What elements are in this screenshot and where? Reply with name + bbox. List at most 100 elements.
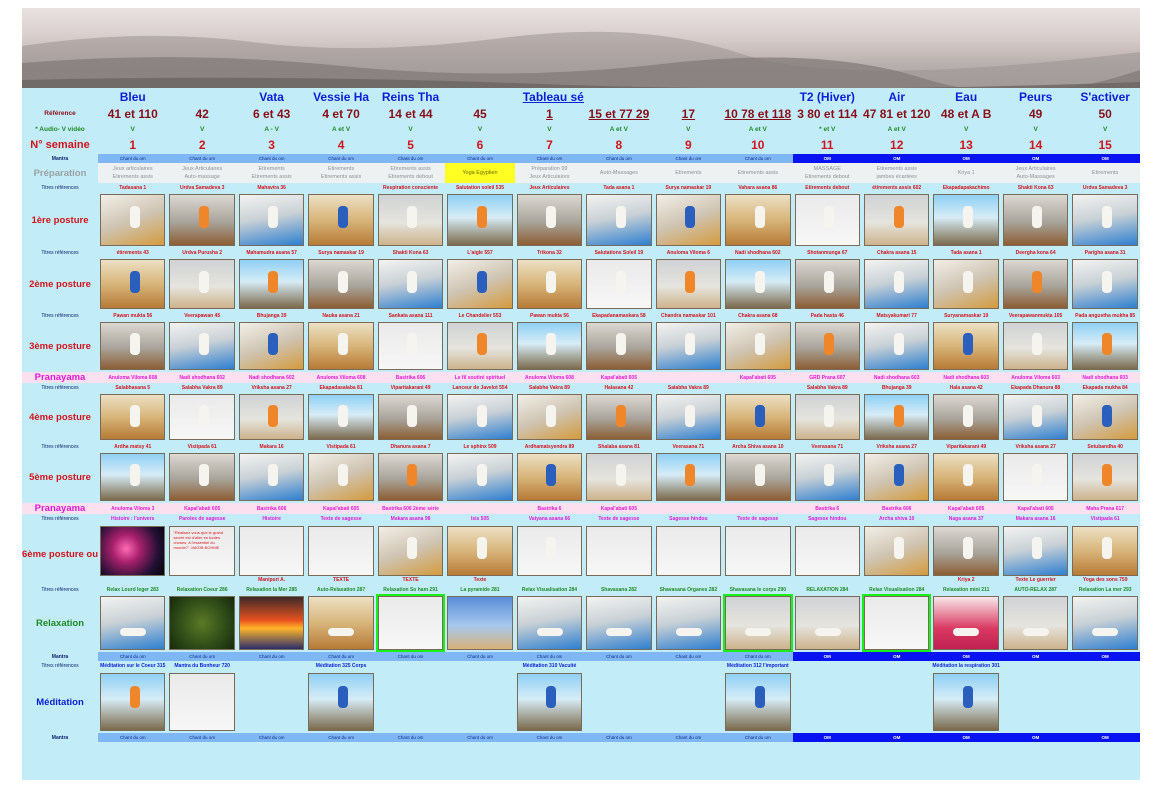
posture-photo[interactable]	[725, 194, 791, 246]
posture-title[interactable]: Ekapada mukha 84	[1070, 383, 1140, 392]
mantra-cell[interactable]: OM	[1000, 733, 1071, 742]
posture-title[interactable]: RELAXATION 284	[793, 585, 862, 594]
reference-value[interactable]: 4 et 70	[306, 105, 375, 122]
posture-title[interactable]: Dhanura asana 7	[376, 442, 445, 451]
mantra-cell[interactable]: Chant du om	[167, 652, 237, 661]
meditation-title[interactable]: Méditation 312 l'important	[723, 661, 792, 671]
text-or-photo[interactable]	[863, 525, 930, 576]
posture-photo[interactable]	[377, 394, 444, 440]
column-head-12[interactable]: Air	[862, 88, 931, 105]
posture-photo[interactable]	[863, 322, 930, 370]
posture-title[interactable]: Etirements debout	[793, 183, 862, 192]
meditation-title[interactable]	[376, 661, 445, 671]
posture-title[interactable]: Hala asana 42	[931, 383, 1000, 392]
week-number[interactable]: 8	[584, 136, 653, 154]
pranayama-cell[interactable]	[653, 503, 724, 514]
posture-photo[interactable]	[586, 322, 652, 370]
mantra-cell[interactable]: Chant du om	[445, 652, 515, 661]
posture-photo[interactable]	[586, 259, 652, 309]
mantra-cell[interactable]: Chant du om	[653, 652, 724, 661]
posture-photo[interactable]	[238, 259, 305, 309]
mantra-cell[interactable]: Chant du om	[167, 733, 237, 742]
pranayama-cell[interactable]: Anuloma Viloma 608	[306, 372, 376, 383]
pranayama-cell[interactable]: Anuloma Viloma 608	[514, 372, 585, 383]
meditation-photo[interactable]	[933, 673, 999, 731]
posture-title[interactable]: Ekapadapakachimo	[931, 183, 1000, 192]
week-number[interactable]: 1	[98, 136, 167, 154]
mantra-cell[interactable]: Chant du om	[306, 154, 376, 163]
posture-photo[interactable]	[863, 394, 930, 440]
posture-photo[interactable]	[238, 322, 305, 370]
text-or-photo[interactable]	[655, 525, 722, 576]
posture-title[interactable]: Tada asana 1	[584, 183, 653, 192]
posture-title[interactable]: Pawan mukta 56	[515, 311, 584, 320]
posture-photo[interactable]	[1002, 194, 1069, 246]
column-head-8[interactable]	[584, 88, 653, 105]
meditation-title[interactable]: Mantra du Bonheur 720	[167, 661, 236, 671]
mantra-cell[interactable]: OM	[1070, 733, 1140, 742]
posture-title[interactable]: Veerasana 71	[654, 442, 723, 451]
pranayama-cell[interactable]: Nadi shodhana 603	[1070, 372, 1140, 383]
posture-title[interactable]: Matsyakumari 77	[862, 311, 931, 320]
reference-value[interactable]: 17	[654, 105, 723, 122]
column-head-2[interactable]	[167, 88, 236, 105]
posture-title[interactable]: étirements 43	[98, 248, 167, 257]
posture-title[interactable]: Relax Visualisation 284	[862, 585, 931, 594]
pranayama-cell[interactable]: Nadi shodhana 603	[931, 372, 1001, 383]
posture-title[interactable]: Naga asana 37	[931, 514, 1000, 523]
posture-photo[interactable]	[655, 322, 722, 370]
posture-title[interactable]: Deergha kona 64	[1001, 248, 1070, 257]
mantra-cell[interactable]: OM	[931, 154, 1001, 163]
text-or-photo[interactable]	[1002, 525, 1069, 576]
posture-photo[interactable]	[586, 194, 652, 246]
posture-photo[interactable]	[308, 322, 374, 370]
posture-photo[interactable]	[100, 259, 166, 309]
posture-photo[interactable]	[863, 259, 930, 309]
column-head-13[interactable]: Eau	[931, 88, 1000, 105]
posture-photo[interactable]	[169, 394, 235, 440]
pranayama-cell[interactable]: Kapal'abati 605	[931, 503, 1001, 514]
mantra-cell[interactable]: Chant du om	[653, 154, 724, 163]
mantra-cell[interactable]: Chant du om	[584, 733, 654, 742]
meditation-title[interactable]	[584, 661, 653, 671]
posture-title[interactable]: Shotanmunga 67	[793, 248, 862, 257]
posture-photo[interactable]	[308, 194, 374, 246]
posture-photo[interactable]	[794, 194, 860, 246]
posture-photo[interactable]	[516, 394, 583, 440]
posture-title[interactable]: Urdva Purusha 2	[167, 248, 236, 257]
week-number[interactable]: 9	[654, 136, 723, 154]
mantra-cell[interactable]: Chant du om	[306, 733, 376, 742]
posture-photo[interactable]	[516, 453, 583, 501]
posture-title[interactable]: Vriksha asana 27	[1001, 442, 1070, 451]
posture-title[interactable]: Mahavira 36	[237, 183, 306, 192]
preparation-cell[interactable]: Etirements	[653, 163, 724, 183]
posture-title[interactable]: Paroles de sagesse	[167, 514, 236, 523]
relaxation-photo[interactable]	[516, 596, 583, 650]
posture-title[interactable]: AUTO-RELAX 287	[1001, 585, 1070, 594]
posture-photo[interactable]	[447, 259, 513, 309]
posture-title[interactable]: Bhujanga 39	[862, 383, 931, 392]
preparation-cell[interactable]: Kriya 1	[931, 163, 1001, 183]
preparation-cell[interactable]: Etirements assis	[723, 163, 793, 183]
posture-title[interactable]: Vriksha asana 27	[862, 442, 931, 451]
week-number[interactable]: 12	[862, 136, 931, 154]
posture-title[interactable]: Sankata asana 111	[376, 311, 445, 320]
posture-photo[interactable]	[100, 394, 166, 440]
posture-photo[interactable]	[586, 394, 652, 440]
reference-value[interactable]: 49	[1001, 105, 1070, 122]
posture-photo[interactable]	[169, 259, 235, 309]
mantra-cell[interactable]: OM	[1070, 652, 1140, 661]
posture-title[interactable]: Relaxation Coeur 286	[167, 585, 236, 594]
mantra-cell[interactable]: OM	[792, 154, 862, 163]
text-or-photo[interactable]	[238, 525, 305, 576]
posture-title[interactable]: Veerapawan 45	[167, 311, 236, 320]
posture-title[interactable]: La pyramide 281	[445, 585, 514, 594]
pranayama-cell[interactable]: Kapal'abati 605	[1000, 503, 1071, 514]
mantra-cell[interactable]: Chant du om	[236, 154, 307, 163]
posture-photo[interactable]	[655, 194, 722, 246]
posture-photo[interactable]	[933, 453, 999, 501]
pranayama-cell[interactable]: Nadi shodhana 603	[861, 372, 932, 383]
meditation-title[interactable]	[1001, 661, 1070, 671]
mantra-cell[interactable]: Chant du om	[167, 154, 237, 163]
preparation-cell[interactable]: Etirements Etirements assis	[306, 163, 376, 183]
